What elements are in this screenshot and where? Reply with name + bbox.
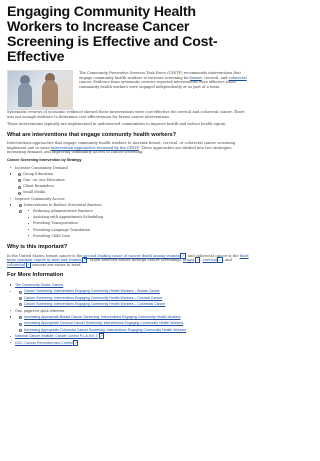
- external-link-icon: ↗: [98, 333, 105, 340]
- onepager-colorectal-link[interactable]: Increasing Appropriate Colorectal Cancer…: [24, 328, 186, 332]
- health-workers-photo: [7, 70, 73, 110]
- guide-breast-link[interactable]: Cancer Screening: Interventions Engaging…: [24, 289, 160, 293]
- colorectal-screening-link[interactable]: colorectal: [7, 263, 25, 267]
- onepager-breast-link[interactable]: Increasing Appropriate Breast Cancer Scr…: [24, 315, 181, 319]
- guide-cervical-link[interactable]: Cancer Screening: Interventions Engaging…: [24, 296, 162, 300]
- cervical-screening-link[interactable]: cervical: [203, 258, 217, 262]
- guide-colorectal-link[interactable]: Cancer Screening: Interventions Engaging…: [24, 302, 165, 306]
- nci-planet-link[interactable]: National Cancer Institute: Cancer Contro…: [15, 334, 98, 338]
- intro-paragraph: The Community Preventive Services Task F…: [79, 71, 247, 89]
- breast-link[interactable]: breast: [190, 76, 202, 80]
- intro-section: The Community Preventive Services Task F…: [7, 70, 252, 110]
- breast-screening-link[interactable]: breast: [183, 258, 195, 262]
- economic-paragraph: Systematic reviews of economic evidence …: [7, 110, 245, 119]
- why-paragraph: In the United States, breast cancer is t…: [7, 252, 249, 268]
- why-heading: Why is this important?: [7, 244, 68, 251]
- approaches-link[interactable]: intervention approaches reviewed by the …: [51, 146, 139, 150]
- cdc-link[interactable]: CDC: Cancer Prevention and Control: [15, 341, 73, 345]
- onepager-cervical-link[interactable]: Increasing Appropriate Cervical Cancer S…: [24, 321, 183, 325]
- equity-paragraph: These interventions typically are implem…: [7, 122, 226, 127]
- page: Engaging Community Health Workers to Inc…: [0, 0, 259, 461]
- external-link-icon: ↗: [73, 339, 79, 346]
- what-heading: What are interventions that engage commu…: [7, 131, 177, 138]
- external-link-icon: ↗: [25, 261, 31, 268]
- list-item: Providing Child Care: [28, 233, 252, 239]
- more-info-heading: For More Information: [7, 272, 64, 279]
- what-paragraph: Interventions approaches that engage com…: [7, 141, 236, 155]
- colorectal-link[interactable]: colorectal: [229, 76, 247, 80]
- second-leading-link[interactable]: second leading cause of cancer death amo…: [84, 254, 180, 258]
- page-title: Engaging Community Health Workers to Inc…: [7, 4, 218, 65]
- strategy-list: Increase Community Demand Group Educatio…: [7, 165, 252, 239]
- more-info-list: The Community Guide: Cancer Cancer Scree…: [7, 282, 252, 346]
- strategy-heading: Cancer Screening Intervention by Strateg…: [7, 158, 82, 163]
- community-guide-link[interactable]: The Community Guide: Cancer: [15, 283, 63, 287]
